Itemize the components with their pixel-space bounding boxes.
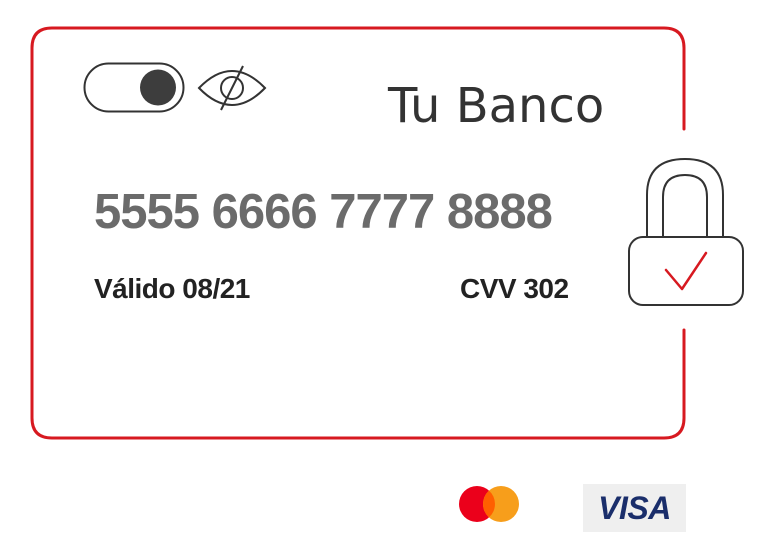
visa-logo-text: VISA	[598, 489, 671, 526]
bank-name: Tu Banco	[388, 78, 605, 134]
card-number: 5555 6666 7777 8888	[94, 185, 553, 239]
cvv-code: CVV 302	[460, 273, 569, 304]
mastercard-logo	[459, 486, 519, 522]
eye-slash-icon[interactable]	[196, 62, 268, 114]
visa-logo: VISA	[583, 484, 686, 532]
padlock-check-icon	[628, 157, 744, 306]
toggle-knob	[140, 69, 176, 106]
expiry-date: Válido 08/21	[94, 273, 250, 304]
visibility-toggle[interactable]	[83, 62, 187, 116]
